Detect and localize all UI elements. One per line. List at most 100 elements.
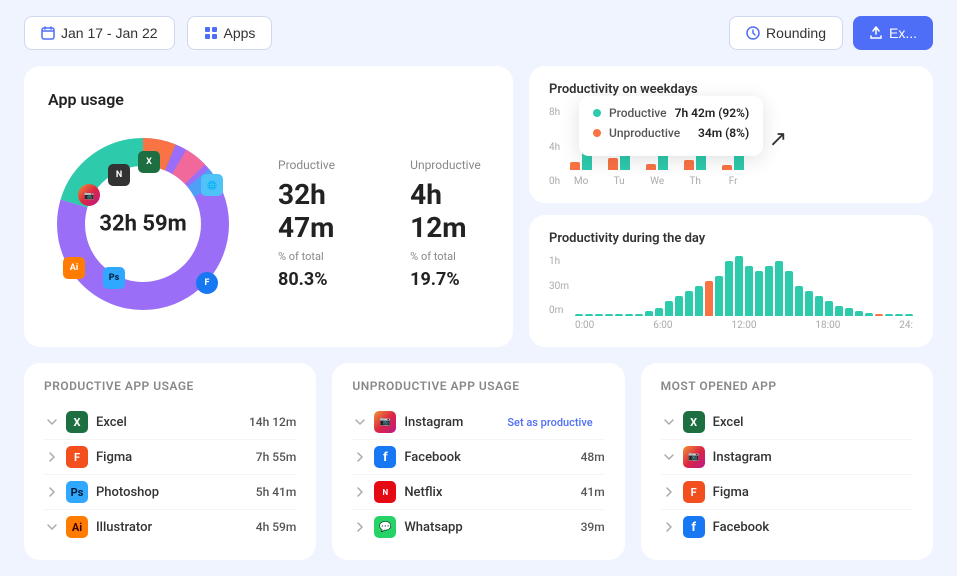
cursor-icon: ↗ [769,127,787,152]
app-name: Illustrator [96,520,256,535]
intraday-bar [835,306,843,316]
intraday-bar [635,314,643,316]
chevron-right-icon [44,449,60,465]
weekday-y-8h: 8h [549,107,560,118]
intraday-x-18: 18:00 [815,320,840,331]
instagram-icon: 📷 [374,411,396,433]
intraday-y-1h: 1h [549,256,569,267]
chevron-down-icon [44,519,60,535]
donut-instagram-icon: 📷 [78,184,100,206]
top-bar-right: Rounding Ex... [729,16,933,50]
intraday-bar [605,314,613,316]
app-time: 41m [581,485,605,499]
most-opened-list: X Excel 📷 Instagram F Figma f Facebook [661,405,913,544]
unproductive-percent-label: % of total [410,250,489,263]
list-item: F Figma [661,475,913,510]
intraday-x-0: 0:00 [575,320,594,331]
intraday-bar [785,271,793,316]
list-item: X Excel [661,405,913,440]
productive-percent-label: % of total [278,250,370,263]
chevron-down-icon [661,449,677,465]
chevron-right-icon [661,519,677,535]
intraday-bar [805,291,813,316]
app-name: Excel [96,415,249,430]
rounding-button[interactable]: Rounding [729,16,843,50]
app-usage-title: App usage [48,90,489,109]
date-range-button[interactable]: Jan 17 - Jan 22 [24,16,175,50]
intraday-bar [645,311,653,316]
app-name: Instagram [404,415,507,430]
intraday-bar [775,261,783,316]
productive-label: Productive [278,158,370,172]
intraday-bar [655,308,663,316]
intraday-bar [685,291,693,316]
list-item: 📷 Instagram Set as productive [352,405,604,440]
intraday-chart-wrapper: 1h 30m 0m 0:00 6:00 12:00 18:00 24: [549,256,913,331]
productive-apps-list: X Excel 14h 12m F Figma 7h 55m Ps Photos… [44,405,296,544]
app-usage-content: X N 📷 Ai Ps F 🌐 32h 59m Productive 32h 4… [48,129,489,319]
intraday-bar [895,314,903,316]
intraday-bar [815,296,823,316]
donut-ai-icon: Ai [63,257,85,279]
list-item: f Facebook 48m [352,440,604,475]
intraday-bar [865,313,873,316]
chevron-right-icon [352,484,368,500]
app-time: 48m [581,450,605,464]
top-bar: Jan 17 - Jan 22 Apps Rounding Ex... [0,0,957,66]
tooltip-unproductive-dot [593,129,601,137]
stats-area: Productive 32h 47m % of total 80.3% Unpr… [278,158,489,290]
day-we-label: We [650,176,664,187]
app-name: Whatsapp [404,520,580,535]
app-time: 5h 41m [256,485,297,499]
list-item: 📷 Instagram [661,440,913,475]
most-opened-card: Most opened app X Excel 📷 Instagram F Fi… [641,363,933,560]
day-mo-label: Mo [574,176,588,187]
tooltip-card: Productive 7h 42m (92%) Unproductive 34m… [579,96,763,156]
donut-excel-icon: X [138,151,160,173]
intraday-bar [885,314,893,316]
tooltip-unproductive-label: Unproductive [609,126,690,140]
figma-icon: F [66,446,88,468]
intraday-bar [735,256,743,316]
chevron-right-icon [352,519,368,535]
calendar-icon [41,26,55,40]
donut-chart: X N 📷 Ai Ps F 🌐 32h 59m [48,129,238,319]
donut-figma-icon: F [196,272,218,294]
facebook-icon: f [683,516,705,538]
intraday-y-30m: 30m [549,281,569,292]
intraday-y-0m: 0m [549,305,569,316]
intraday-bar [705,281,713,316]
facebook-icon: f [374,446,396,468]
apps-button[interactable]: Apps [187,16,273,50]
export-label: Ex... [889,25,917,41]
unproductive-label: Unproductive [410,158,489,172]
weekday-y-labels: 8h 4h 0h [549,107,560,187]
set-productive-button[interactable]: Set as productive [507,416,592,429]
tu-unproductive-bar [608,158,618,170]
intraday-bar [905,314,913,316]
intraday-x-12: 12:00 [732,320,757,331]
export-button[interactable]: Ex... [853,16,933,50]
app-name: Facebook [404,450,580,465]
weekday-chart-card: Productivity on weekdays Productive 7h 4… [529,66,933,203]
th-unproductive-bar [684,160,694,170]
rounding-icon [746,26,760,40]
intraday-bar [845,308,853,316]
we-unproductive-bar [646,164,656,170]
chevron-right-icon [44,484,60,500]
intraday-bars-area: 0:00 6:00 12:00 18:00 24: [575,256,913,331]
weekday-y-4h: 4h [549,142,560,153]
intraday-bar [595,314,603,316]
intraday-bar [575,314,583,316]
day-fr-label: Fr [729,176,738,187]
donut-notion-icon: N [108,164,130,186]
chevron-down-icon [44,414,60,430]
unproductive-percent: 19.7% [410,269,489,290]
donut-ps-icon: Ps [103,267,125,289]
list-item: N Netflix 41m [352,475,604,510]
bottom-panels: Productive app usage X Excel 14h 12m F F… [0,363,957,576]
intraday-bar [795,286,803,316]
apps-label: Apps [224,25,256,41]
list-item: F Figma 7h 55m [44,440,296,475]
intraday-chart-title: Productivity during the day [549,231,913,246]
